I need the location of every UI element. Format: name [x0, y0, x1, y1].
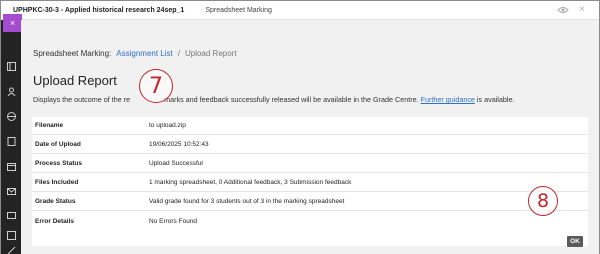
row-value: Valid grade found for 3 students out of …	[149, 198, 345, 205]
edit-icon[interactable]	[7, 246, 16, 254]
breadcrumb-root: Spreadsheet Marking:	[33, 49, 112, 58]
breadcrumb-assignment-list-link[interactable]: Assignment List	[116, 49, 172, 58]
ok-button[interactable]: OK	[567, 236, 583, 247]
row-label: Process Status	[35, 160, 82, 167]
table-row: Date of Upload 19/06/2025 10:52:43	[32, 136, 588, 154]
table-row: Process Status Upload Successful	[32, 155, 588, 173]
breadcrumb: Spreadsheet Marking: Assignment List / U…	[33, 49, 237, 58]
table-row: Grade Status Valid grade found for 3 stu…	[32, 193, 588, 211]
row-value: 1 marking spreadsheet, 0 Additional feed…	[149, 179, 352, 186]
further-guidance-link[interactable]: Further guidance	[421, 95, 475, 104]
row-value: to upload.zip	[149, 122, 186, 129]
table-row: Error Details No Errors Found	[32, 212, 588, 230]
step-marker-8: 8	[528, 186, 558, 216]
row-label: Files Included	[35, 179, 79, 186]
calendar-icon[interactable]	[7, 162, 16, 171]
row-label: Error Details	[35, 217, 75, 225]
row-label: Date of Upload	[35, 141, 81, 148]
description-text-end: is available.	[474, 95, 515, 104]
page-description: Displays the outcome of the re marks and …	[33, 95, 515, 104]
close-window-icon[interactable]: ×	[579, 4, 585, 15]
course-title: UPHPKC-30-3 - Applied historical researc…	[13, 6, 185, 14]
step-marker-7: 7	[139, 69, 173, 103]
layout-icon[interactable]	[7, 62, 16, 71]
left-sidebar: ×	[1, 14, 22, 254]
user-icon[interactable]	[7, 87, 16, 96]
main-content: Spreadsheet Marking: Assignment List / U…	[21, 20, 599, 254]
row-label: Filename	[35, 122, 64, 129]
globe-icon[interactable]	[7, 112, 16, 121]
upload-report-panel: Filename to upload.zip Date of Upload 19…	[32, 117, 588, 246]
document-icon[interactable]	[7, 137, 16, 146]
row-value: No Errors Found	[149, 217, 198, 225]
page-title: Upload Report	[33, 73, 117, 88]
breadcrumb-current: Upload Report	[184, 49, 237, 58]
mail-icon[interactable]	[7, 187, 16, 196]
table-row: Files Included 1 marking spreadsheet, 0 …	[32, 174, 588, 192]
top-bar: UPHPKC-30-3 - Applied historical researc…	[1, 1, 599, 20]
description-text-start: Displays the outcome of the re	[33, 95, 131, 104]
table-row: Filename to upload.zip	[32, 117, 588, 135]
row-value: 19/06/2025 10:52:43	[149, 141, 209, 148]
breadcrumb-separator: /	[177, 49, 180, 58]
row-label: Grade Status	[35, 198, 76, 205]
row-value: Upload Successful	[149, 160, 203, 167]
grades-icon[interactable]	[7, 231, 16, 240]
close-panel-button[interactable]: ×	[3, 14, 22, 32]
chat-icon[interactable]	[7, 212, 16, 221]
description-text-middle: marks and feedback successfully released…	[164, 95, 421, 104]
page-name: Spreadsheet Marking	[205, 6, 272, 14]
eye-icon[interactable]	[557, 6, 569, 14]
